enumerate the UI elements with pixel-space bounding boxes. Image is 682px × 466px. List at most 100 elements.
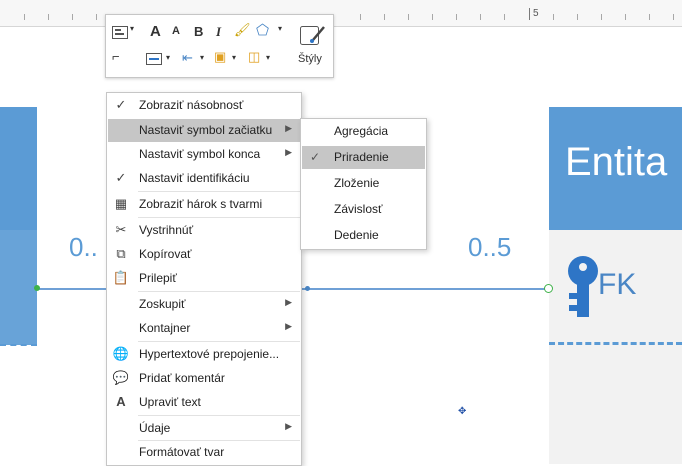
menu-item-label: Zoskupiť — [139, 297, 186, 311]
menu-item-label: Upraviť text — [139, 395, 201, 409]
shrink-font-button[interactable]: A — [172, 25, 180, 37]
chevron-down-icon[interactable]: ▾ — [278, 24, 282, 33]
ruler-tick — [673, 14, 674, 20]
submenu-arrow-icon: ▶ — [285, 147, 292, 157]
ruler-tick — [24, 14, 25, 20]
ruler-tick — [432, 14, 433, 20]
context-menu: ✓ Zobraziť násobnosť Nastaviť symbol zač… — [106, 92, 302, 466]
menu-item-container[interactable]: Kontajner ▶ — [108, 317, 300, 340]
connector-tool-icon[interactable]: ⌐ — [112, 49, 120, 64]
submenu-item-label: Zloženie — [334, 176, 380, 190]
chevron-down-icon[interactable]: ▾ — [232, 53, 236, 62]
ruler-tick — [72, 14, 73, 20]
menu-item-cut[interactable]: ✂ Vystrihnúť — [108, 219, 300, 242]
chevron-down-icon[interactable]: ▾ — [166, 53, 170, 62]
menu-item-set-identification[interactable]: ✓ Nastaviť identifikáciu — [108, 167, 300, 190]
menu-separator — [138, 291, 300, 292]
copy-icon: ⧉ — [116, 246, 126, 261]
ruler-tick — [360, 14, 361, 20]
check-icon: ✓ — [115, 97, 127, 112]
menu-item-edit-text[interactable]: A Upraviť text — [108, 391, 300, 414]
control-handle-icon[interactable]: ✥ — [458, 406, 466, 417]
menu-item-label: Formátovať tvar — [139, 445, 225, 459]
ruler-tick — [553, 14, 554, 20]
styles-button[interactable]: Štýly — [298, 53, 322, 65]
hyperlink-icon: 🌐 — [112, 346, 130, 361]
menu-item-label: Zobraziť hárok s tvarmi — [139, 197, 263, 211]
ruler-tick — [504, 14, 505, 20]
menu-item-label: Nastaviť identifikáciu — [139, 171, 250, 185]
styles-button-icon[interactable] — [298, 20, 328, 50]
menu-item-label: Kontajner — [139, 321, 191, 335]
grow-font-button[interactable]: A — [150, 23, 161, 40]
ruler-tick — [384, 14, 385, 20]
submenu-item-inheritance[interactable]: Dedenie — [302, 224, 425, 247]
fk-label[interactable]: FK — [598, 268, 636, 302]
menu-item-label: Nastaviť symbol začiatku — [139, 123, 273, 137]
ruler-tick — [577, 14, 578, 20]
check-icon: ✓ — [310, 150, 321, 164]
submenu-item-association[interactable]: ✓ Priradenie — [302, 146, 425, 169]
italic-button[interactable]: I — [216, 24, 221, 40]
menu-separator — [138, 217, 300, 218]
menu-item-group[interactable]: Zoskupiť ▶ — [108, 293, 300, 316]
multiplicity-left[interactable]: 0.. — [69, 232, 98, 263]
multiplicity-right[interactable]: 0..5 — [468, 232, 511, 263]
check-icon: ✓ — [115, 170, 127, 185]
menu-item-show-multiplicity[interactable]: ✓ Zobraziť násobnosť — [108, 94, 300, 117]
bold-button[interactable]: B — [194, 24, 203, 39]
menu-item-label: Prilepiť — [139, 271, 177, 285]
menu-item-copy[interactable]: ⧉ Kopírovať — [108, 243, 300, 266]
menu-item-data[interactable]: Údaje ▶ — [108, 417, 300, 440]
paste-icon: 📋 — [112, 270, 130, 285]
ruler-tick — [649, 14, 650, 20]
submenu-arrow-icon: ▶ — [285, 421, 292, 431]
menu-item-label: Údaje — [139, 421, 171, 435]
submenu-item-aggregation[interactable]: Agregácia — [302, 120, 425, 143]
submenu-item-dependency[interactable]: Závislosť — [302, 198, 425, 221]
menu-item-label: Pridať komentár — [139, 371, 225, 385]
submenu-item-label: Agregácia — [334, 124, 389, 138]
ruler-tick — [96, 14, 97, 20]
chevron-down-icon[interactable]: ▾ — [130, 24, 134, 33]
text-block-icon[interactable] — [110, 23, 130, 41]
send-backward-icon[interactable]: ◫ — [248, 49, 260, 65]
ruler-tick — [408, 14, 409, 20]
ruler-tick — [480, 14, 481, 20]
chevron-down-icon[interactable]: ▾ — [200, 53, 204, 62]
ruler-tick — [601, 14, 602, 20]
submenu-item-composition[interactable]: Zloženie — [302, 172, 425, 195]
submenu-arrow-icon: ▶ — [285, 123, 292, 133]
ruler-tick — [529, 8, 530, 20]
connector-midpoint-handle[interactable] — [305, 286, 310, 291]
left-entity-header[interactable] — [0, 107, 37, 230]
menu-item-add-comment[interactable]: 💬 Pridať komentár — [108, 367, 300, 390]
connector-end-handle[interactable] — [544, 284, 553, 293]
submenu-item-label: Závislosť — [334, 202, 383, 216]
submenu-arrow-icon: ▶ — [285, 297, 292, 307]
menu-item-label: Kopírovať — [139, 247, 192, 261]
menu-item-format-shape[interactable]: Formátovať tvar — [108, 441, 300, 464]
left-entity-body[interactable] — [0, 230, 37, 345]
horizontal-ruler: 5 — [0, 0, 682, 27]
menu-item-label: Zobraziť násobnosť — [139, 98, 244, 112]
menu-item-set-end-symbol[interactable]: Nastaviť symbol konca ▶ — [108, 143, 300, 166]
right-entity-title[interactable]: Entita — [565, 140, 667, 185]
chevron-down-icon[interactable]: ▾ — [266, 53, 270, 62]
ruler-tick — [456, 14, 457, 20]
align-icon[interactable]: ⇤ — [182, 50, 193, 66]
key-icon — [568, 256, 598, 317]
connector-begin-handle[interactable] — [34, 285, 40, 291]
begin-symbol-submenu: Agregácia ✓ Priradenie Zloženie Závislos… — [300, 118, 427, 250]
menu-item-shape-data[interactable]: ▦ Zobraziť hárok s tvarmi — [108, 193, 300, 216]
bring-forward-icon[interactable]: ▣ — [214, 49, 226, 65]
cut-icon: ✂ — [115, 222, 127, 237]
quick-styles-icon[interactable]: ⬠ — [256, 21, 269, 39]
left-entity-divider — [0, 344, 37, 346]
menu-item-hyperlink[interactable]: 🌐 Hypertextové prepojenie... — [108, 343, 300, 366]
line-style-icon[interactable] — [144, 51, 164, 67]
shape-data-icon: ▦ — [114, 196, 128, 211]
menu-item-paste[interactable]: 📋 Prilepiť — [108, 267, 300, 290]
menu-item-set-begin-symbol[interactable]: Nastaviť symbol začiatku ▶ — [108, 119, 300, 142]
format-painter-icon[interactable]: 🖌 — [234, 22, 251, 38]
